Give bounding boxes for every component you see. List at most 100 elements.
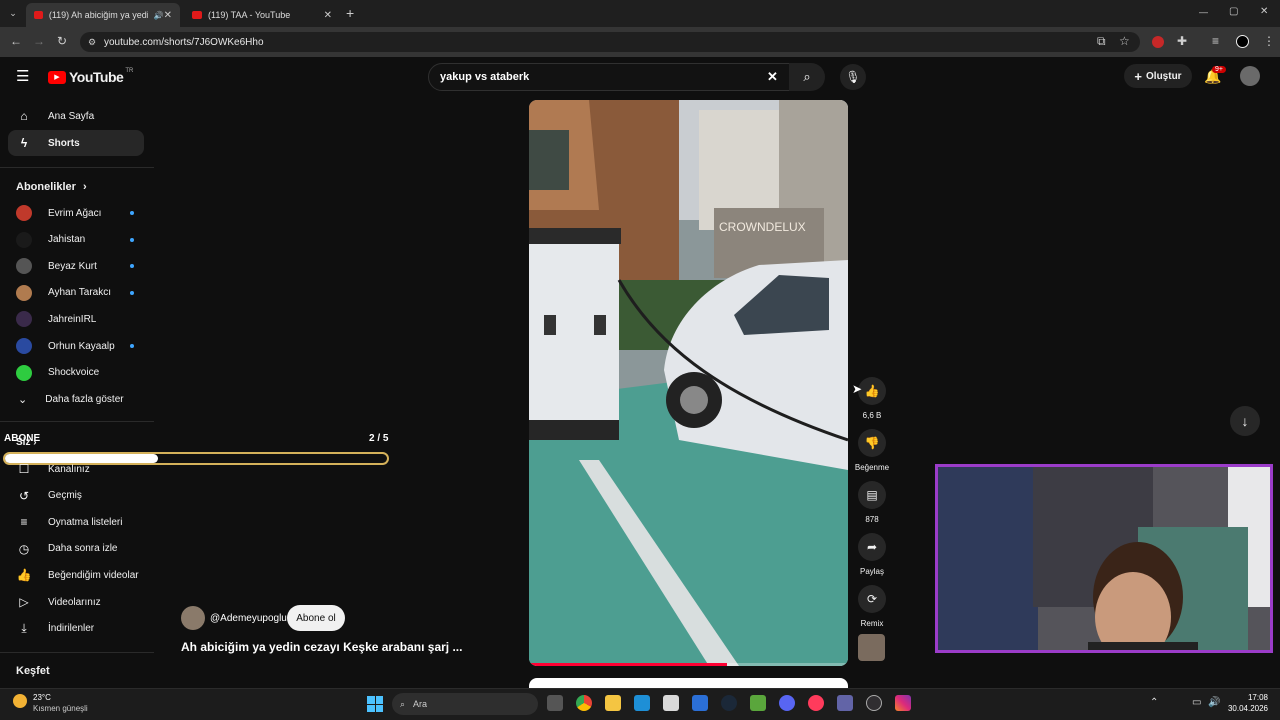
create-button[interactable]: + Oluştur — [1124, 64, 1192, 88]
sidebar-item-icon: ☐ — [18, 462, 30, 476]
sidebar-subscription-item[interactable]: JahreinIRL — [8, 306, 144, 332]
remix-icon: ⟳ — [858, 585, 886, 613]
close-window-button[interactable]: ✕ — [1260, 6, 1268, 17]
short-video-player[interactable]: CROWNDELUX — [529, 100, 848, 666]
maximize-button[interactable]: ▢ — [1229, 6, 1238, 17]
obs-icon[interactable] — [866, 695, 882, 711]
sidebar-item-label: Ayhan Tarakcı — [48, 287, 112, 299]
sidebar-you-item[interactable]: ▷ Videolarınız — [8, 589, 144, 615]
next-short-button[interactable]: ↓ — [1230, 406, 1260, 436]
speaker-icon[interactable]: 🔊 — [154, 11, 164, 20]
reload-icon[interactable]: ↻ — [57, 34, 67, 48]
hamburger-menu-icon[interactable]: ☰ — [16, 67, 29, 85]
media-control-icon[interactable]: ≡ — [1212, 34, 1219, 48]
search-input[interactable]: yakup vs ataberk ✕ — [428, 63, 790, 91]
minecraft-icon[interactable] — [750, 695, 766, 711]
forward-icon[interactable]: → — [33, 34, 45, 48]
remix-button[interactable]: ⟳ Remix — [852, 585, 892, 628]
system-tray-chevron-icon[interactable]: ⌃ — [1150, 697, 1158, 708]
network-icon[interactable]: ▭ — [1192, 697, 1201, 708]
store-icon[interactable] — [634, 695, 650, 711]
taskbar-search-box[interactable]: ⌕ Ara — [392, 693, 538, 715]
site-info-icon[interactable]: ⚙ — [88, 37, 96, 48]
clock-time[interactable]: 17:08 — [1232, 693, 1268, 702]
sidebar-item-label: JahreinIRL — [48, 313, 97, 325]
weather-condition: Kısmen güneşli — [33, 704, 88, 713]
teams-icon[interactable] — [837, 695, 853, 711]
sidebar-item-label: Evrim Ağacı — [48, 207, 102, 219]
youtube-logo[interactable]: ▶ YouTube TR — [48, 68, 133, 85]
sidebar-you-item[interactable]: ◷ Daha sonra izle — [8, 536, 144, 562]
arrow-down-icon: ↓ — [1241, 413, 1249, 429]
tab-search-button[interactable]: ⌄ — [6, 6, 20, 20]
install-app-icon[interactable]: ⧉ — [1097, 34, 1106, 49]
sidebar-divider — [0, 421, 154, 422]
back-icon[interactable]: ← — [10, 34, 22, 48]
channel-avatar[interactable] — [181, 606, 205, 630]
extension-red-icon[interactable] — [1152, 36, 1164, 48]
subscriptions-title[interactable]: Abonelikler › — [16, 181, 87, 193]
search-button[interactable]: ⌕ — [789, 63, 825, 91]
chevron-down-icon: ⌄ — [18, 393, 28, 406]
show-more-button[interactable]: ⌄ Daha fazla göster — [8, 386, 144, 412]
sidebar-item-home[interactable]: ⌂ Ana Sayfa — [8, 103, 144, 129]
sidebar-item-label: Kanalınız — [48, 463, 90, 475]
sound-thumbnail[interactable] — [858, 634, 885, 661]
subscribe-button[interactable]: Abone ol — [287, 605, 345, 631]
windows-start-icon[interactable] — [367, 696, 383, 712]
close-tab-icon[interactable]: ✕ — [324, 10, 332, 21]
account-avatar[interactable] — [1240, 66, 1260, 86]
sidebar-subscription-item[interactable]: Beyaz Kurt — [8, 253, 144, 279]
sidebar-you-item[interactable]: ⤓ İndirilenler — [8, 616, 144, 642]
video-progress-track[interactable] — [529, 663, 848, 666]
browser-tab[interactable]: (119) TAA - YouTube ✕ — [184, 3, 340, 27]
steam-icon[interactable] — [721, 695, 737, 711]
comments-button[interactable]: ▤ 878 — [852, 481, 892, 524]
sidebar-item-icon: ⤓ — [21, 621, 27, 636]
sidebar-subscription-item[interactable]: Jahistan — [8, 227, 144, 253]
mail-icon[interactable] — [692, 695, 708, 711]
sidebar-you-item[interactable]: ↺ Geçmiş — [8, 483, 144, 509]
sidebar-item-label: Geçmiş — [48, 490, 82, 502]
next-short-preview[interactable] — [529, 678, 848, 688]
sidebar-item-shorts[interactable]: ϟ Shorts — [8, 130, 144, 156]
weather-icon[interactable] — [13, 694, 27, 708]
volume-icon[interactable]: 🔊 — [1208, 697, 1220, 708]
task-view-icon[interactable] — [547, 695, 563, 711]
sidebar-item-label: Oynatma listeleri — [48, 516, 123, 528]
chrome-icon[interactable] — [576, 695, 592, 711]
sidebar-you-item[interactable]: 👍 Beğendiğim videolar — [8, 562, 144, 588]
sidebar-item-label: Shorts — [48, 137, 80, 149]
dislike-button[interactable]: 👎 Beğenme — [852, 429, 892, 472]
sidebar-item-label: İndirilenler — [48, 623, 95, 635]
close-tab-icon[interactable]: ✕ — [164, 10, 172, 21]
sidebar-subscription-item[interactable]: Ayhan Tarakcı — [8, 280, 144, 306]
minimize-button[interactable]: — — [1199, 7, 1208, 17]
profile-avatar[interactable] — [1236, 35, 1249, 48]
sidebar-you-item[interactable]: ☐ Kanalınız — [8, 456, 144, 482]
browser-menu-icon[interactable]: ⋮ — [1263, 34, 1275, 48]
discord-icon[interactable] — [779, 695, 795, 711]
clear-search-icon[interactable]: ✕ — [767, 69, 778, 85]
calculator-icon[interactable] — [663, 695, 679, 711]
bookmark-star-icon[interactable]: ☆ — [1119, 34, 1130, 48]
sidebar-subscription-item[interactable]: Shockvoice — [8, 360, 144, 386]
instagram-icon[interactable] — [895, 695, 911, 711]
channel-name[interactable]: @Ademeyupoglu — [210, 613, 287, 624]
sidebar-item-label: Daha sonra izle — [48, 543, 118, 555]
share-button[interactable]: ➦ Paylaş — [852, 533, 892, 576]
sidebar-subscription-item[interactable]: Evrim Ağacı — [8, 200, 144, 226]
voice-search-button[interactable]: 🎙 — [840, 64, 866, 90]
webcam-frame — [938, 467, 1270, 650]
extensions-puzzle-icon[interactable]: ✚ — [1177, 34, 1187, 48]
new-tab-button[interactable]: + — [346, 5, 354, 21]
sidebar-subscription-item[interactable]: Orhun Kayaalp — [8, 333, 144, 359]
file-explorer-icon[interactable] — [605, 695, 621, 711]
browser-tab-active[interactable]: (119) Ah abiciğim ya yedin c 🔊 ✕ — [26, 3, 180, 27]
address-bar[interactable]: ⚙ youtube.com/shorts/7J6OWKe6Hho — [80, 32, 1140, 52]
media-player-icon[interactable] — [808, 695, 824, 711]
new-content-dot — [130, 344, 134, 348]
short-title: Ah abiciğim ya yedin cezayı Keşke araban… — [181, 640, 463, 654]
clock-date[interactable]: 30.04.2026 — [1226, 704, 1268, 713]
sidebar-you-item[interactable]: ≡ Oynatma listeleri — [8, 509, 144, 535]
